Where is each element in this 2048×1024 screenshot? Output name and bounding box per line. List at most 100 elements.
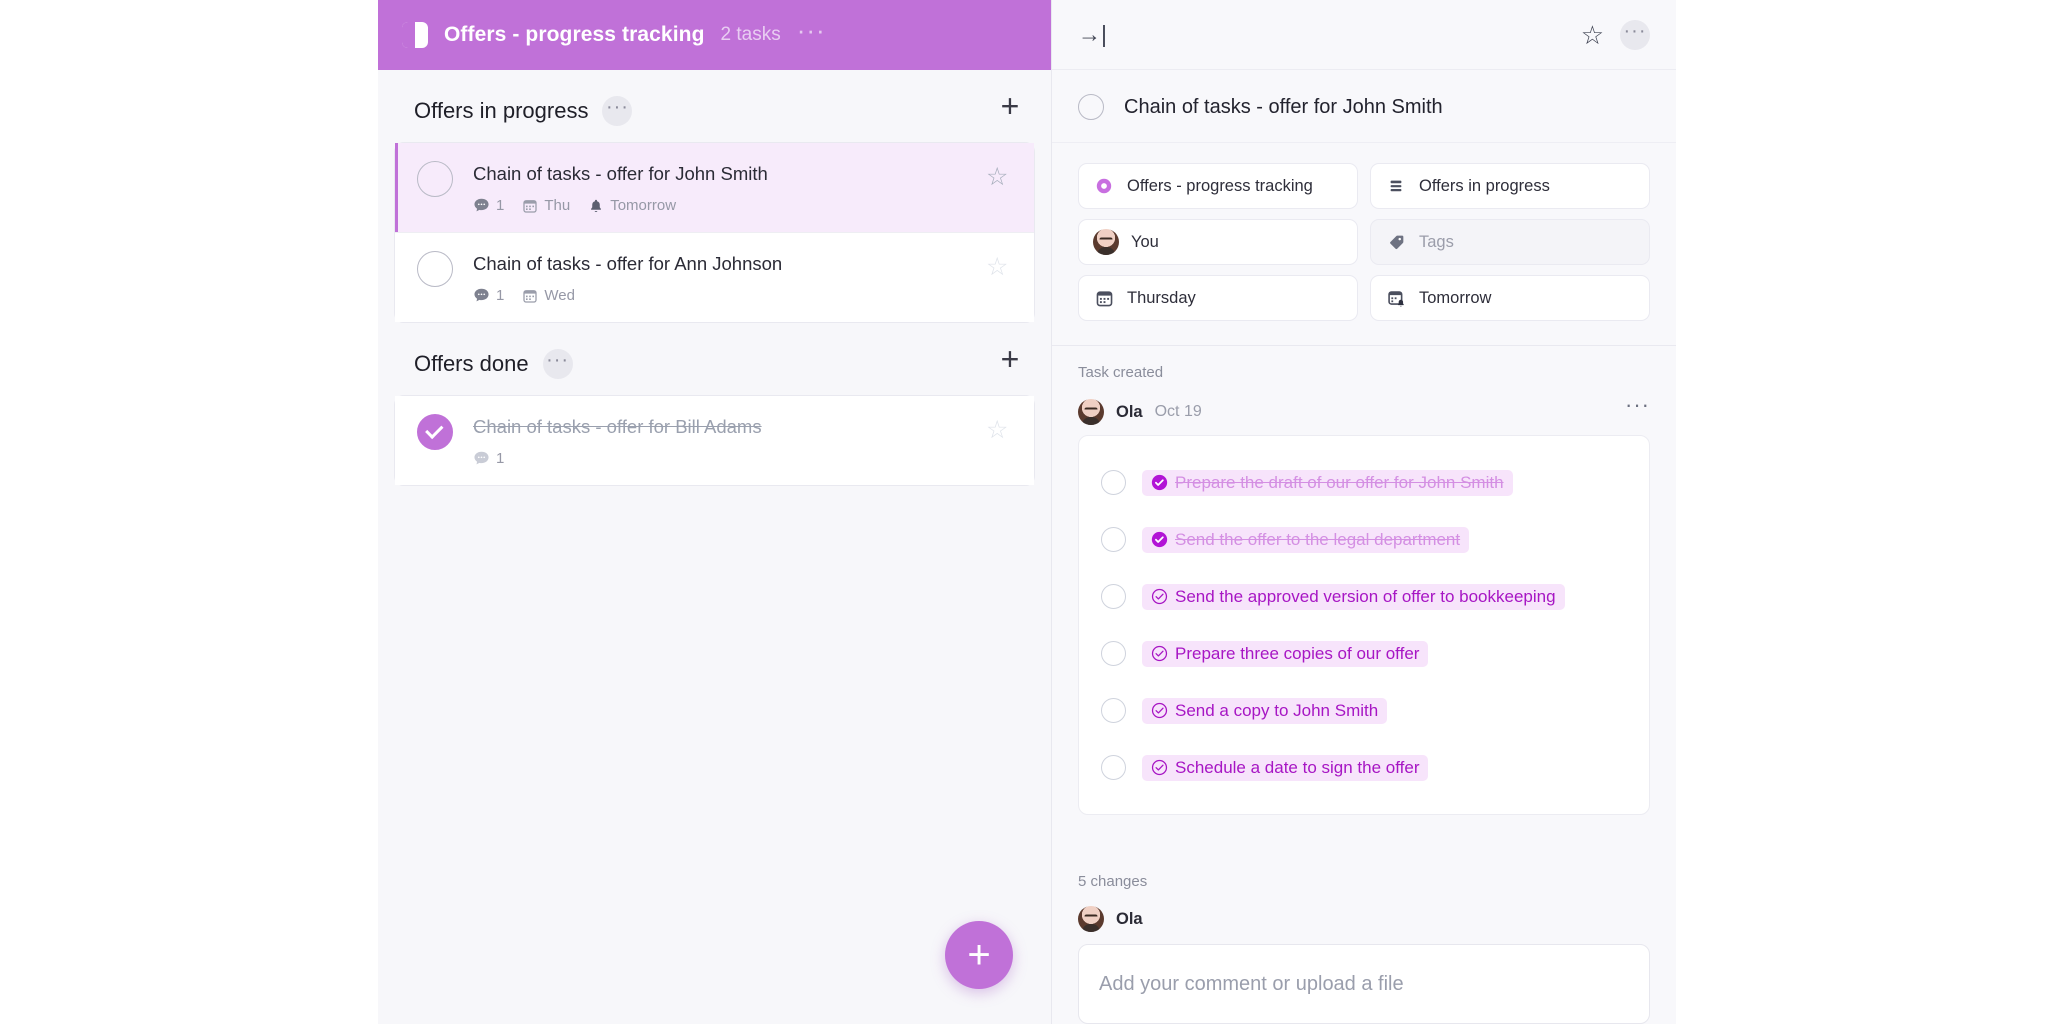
- check-filled-icon: [1151, 531, 1168, 548]
- subtask-item[interactable]: Prepare three copies of our offer: [1101, 625, 1631, 682]
- task-title: Chain of tasks - offer for Bill Adams: [473, 416, 762, 438]
- check-filled-icon: [1151, 474, 1168, 491]
- calendar-icon: [523, 289, 537, 303]
- comment-input[interactable]: Add your comment or upload a file: [1078, 944, 1650, 1024]
- subtask-pill[interactable]: Send a copy to John Smith: [1142, 697, 1388, 724]
- task-list-body: Offers in progress ··· + Chain of tasks …: [378, 70, 1051, 1024]
- app-root: Offers - progress tracking 2 tasks ··· O…: [0, 0, 2048, 1024]
- detail-toolbar: →| ☆ ···: [1052, 0, 1676, 70]
- chip-board[interactable]: Offers - progress tracking: [1078, 163, 1358, 209]
- task-row[interactable]: Chain of tasks - offer for Ann Johnson 1: [395, 232, 1034, 323]
- subtask-pill[interactable]: Send the offer to the legal department: [1142, 526, 1470, 553]
- group-add-task-button[interactable]: +: [993, 89, 1027, 123]
- chip-due-date[interactable]: Thursday: [1078, 275, 1358, 321]
- check-outline-icon: [1151, 702, 1168, 719]
- subtask-label: Prepare three copies of our offer: [1175, 643, 1420, 663]
- comment-composer: Ola Add your comment or upload a file: [1052, 890, 1676, 1024]
- subtask-checkbox[interactable]: [1101, 527, 1126, 552]
- comment-author-name: Ola: [1116, 909, 1143, 928]
- board-split-icon: [402, 22, 428, 48]
- chip-assignee-label: You: [1131, 232, 1159, 251]
- chip-reminder[interactable]: Tomorrow: [1370, 275, 1650, 321]
- chip-assignee[interactable]: You: [1078, 219, 1358, 265]
- board-title: Offers - progress tracking: [444, 23, 705, 46]
- activity-label: Task created: [1078, 364, 1164, 381]
- favorite-star-icon[interactable]: ☆: [986, 418, 1014, 443]
- calendar-icon: [1093, 287, 1115, 309]
- group-more-icon[interactable]: ···: [602, 96, 633, 126]
- comment-meta: 1: [473, 450, 504, 467]
- subtask-item[interactable]: Prepare the draft of our offer for John …: [1101, 454, 1631, 511]
- group-title: Offers in progress: [414, 98, 589, 123]
- group-header-in-progress: Offers in progress ··· +: [386, 70, 1043, 142]
- group-more-icon[interactable]: ···: [542, 349, 573, 380]
- collapse-panel-icon[interactable]: →|: [1078, 23, 1107, 46]
- task-row[interactable]: Chain of tasks - offer for John Smith 1: [395, 143, 1034, 233]
- activity-more-icon[interactable]: ···: [1625, 394, 1650, 416]
- detail-more-icon[interactable]: ···: [1620, 19, 1650, 50]
- subtask-item[interactable]: Send the approved version of offer to bo…: [1101, 568, 1631, 625]
- detail-task-title[interactable]: Chain of tasks - offer for John Smith: [1124, 96, 1443, 119]
- task-content: Chain of tasks - offer for John Smith 1: [473, 161, 986, 214]
- subtask-pill[interactable]: Send the approved version of offer to bo…: [1142, 583, 1565, 610]
- detail-favorite-star-icon[interactable]: ☆: [1581, 22, 1604, 48]
- subtask-item[interactable]: Send a copy to John Smith: [1101, 682, 1631, 739]
- subtask-label: Prepare the draft of our offer for John …: [1175, 472, 1504, 492]
- task-list-column: Offers - progress tracking 2 tasks ··· O…: [378, 0, 1051, 1024]
- tag-icon: [1385, 231, 1407, 253]
- check-outline-icon: [1151, 645, 1168, 662]
- comment-icon: [474, 288, 489, 302]
- favorite-star-icon[interactable]: ☆: [986, 255, 1014, 280]
- chip-tags[interactable]: Tags: [1370, 219, 1650, 265]
- task-checkbox[interactable]: [417, 414, 453, 451]
- subtask-label: Send a copy to John Smith: [1175, 700, 1379, 720]
- chip-tags-label: Tags: [1419, 232, 1454, 251]
- comment-meta: 1: [473, 287, 504, 304]
- task-content: Chain of tasks - offer for Ann Johnson 1: [473, 251, 986, 304]
- subtask-pill[interactable]: Schedule a date to sign the offer: [1142, 754, 1429, 781]
- chip-board-label: Offers - progress tracking: [1127, 176, 1313, 195]
- detail-title-row: Chain of tasks - offer for John Smith: [1052, 70, 1676, 143]
- subtask-checkbox[interactable]: [1101, 755, 1126, 780]
- task-row[interactable]: Chain of tasks - offer for Bill Adams 1: [395, 396, 1034, 486]
- add-task-fab[interactable]: +: [945, 921, 1013, 989]
- board-dot-icon: [1093, 175, 1115, 197]
- subtask-checkbox[interactable]: [1101, 698, 1126, 723]
- detail-more-glyph: ···: [1623, 19, 1647, 42]
- check-outline-icon: [1151, 759, 1168, 776]
- subtask-item[interactable]: Send the offer to the legal department: [1101, 511, 1631, 568]
- group-more-glyph: ···: [605, 96, 629, 118]
- chip-section[interactable]: Offers in progress: [1370, 163, 1650, 209]
- board-header: Offers - progress tracking 2 tasks ···: [378, 0, 1051, 70]
- detail-task-checkbox[interactable]: [1078, 94, 1104, 120]
- changes-label[interactable]: 5 changes: [1052, 847, 1676, 890]
- group-title: Offers done: [414, 351, 529, 377]
- group-add-task-button[interactable]: +: [993, 342, 1027, 376]
- comment-count: 1: [496, 450, 505, 468]
- subtask-pill[interactable]: Prepare the draft of our offer for John …: [1142, 469, 1513, 496]
- comment-icon: [474, 198, 489, 212]
- chip-due-date-label: Thursday: [1127, 288, 1196, 307]
- board-more-icon[interactable]: ···: [797, 17, 826, 45]
- activity-feed: Task created Ola Oct 19 ··· Prepare the …: [1052, 346, 1676, 847]
- activity-date: Oct 19: [1154, 403, 1202, 420]
- check-outline-icon: [1151, 588, 1168, 605]
- avatar-icon: [1078, 906, 1104, 932]
- task-checkbox[interactable]: [417, 251, 453, 288]
- calendar-icon: [523, 199, 537, 213]
- task-properties: Offers - progress tracking Offers in pro…: [1052, 143, 1676, 346]
- subtask-checkbox[interactable]: [1101, 470, 1126, 495]
- list-icon: [1385, 175, 1407, 197]
- task-checkbox[interactable]: [417, 161, 453, 197]
- subtask-pill[interactable]: Prepare three copies of our offer: [1142, 640, 1429, 667]
- board-task-count: 2 tasks: [720, 24, 781, 45]
- left-gutter: [0, 0, 378, 1024]
- subtask-checkbox[interactable]: [1101, 584, 1126, 609]
- subtask-list: Prepare the draft of our offer for John …: [1078, 435, 1650, 815]
- task-content: Chain of tasks - offer for Bill Adams 1: [473, 414, 986, 467]
- subtask-item[interactable]: Schedule a date to sign the offer: [1101, 739, 1631, 796]
- favorite-star-icon[interactable]: ☆: [986, 165, 1014, 190]
- avatar-icon: [1093, 229, 1119, 255]
- task-card-done: Chain of tasks - offer for Bill Adams 1: [394, 395, 1035, 487]
- subtask-checkbox[interactable]: [1101, 641, 1126, 666]
